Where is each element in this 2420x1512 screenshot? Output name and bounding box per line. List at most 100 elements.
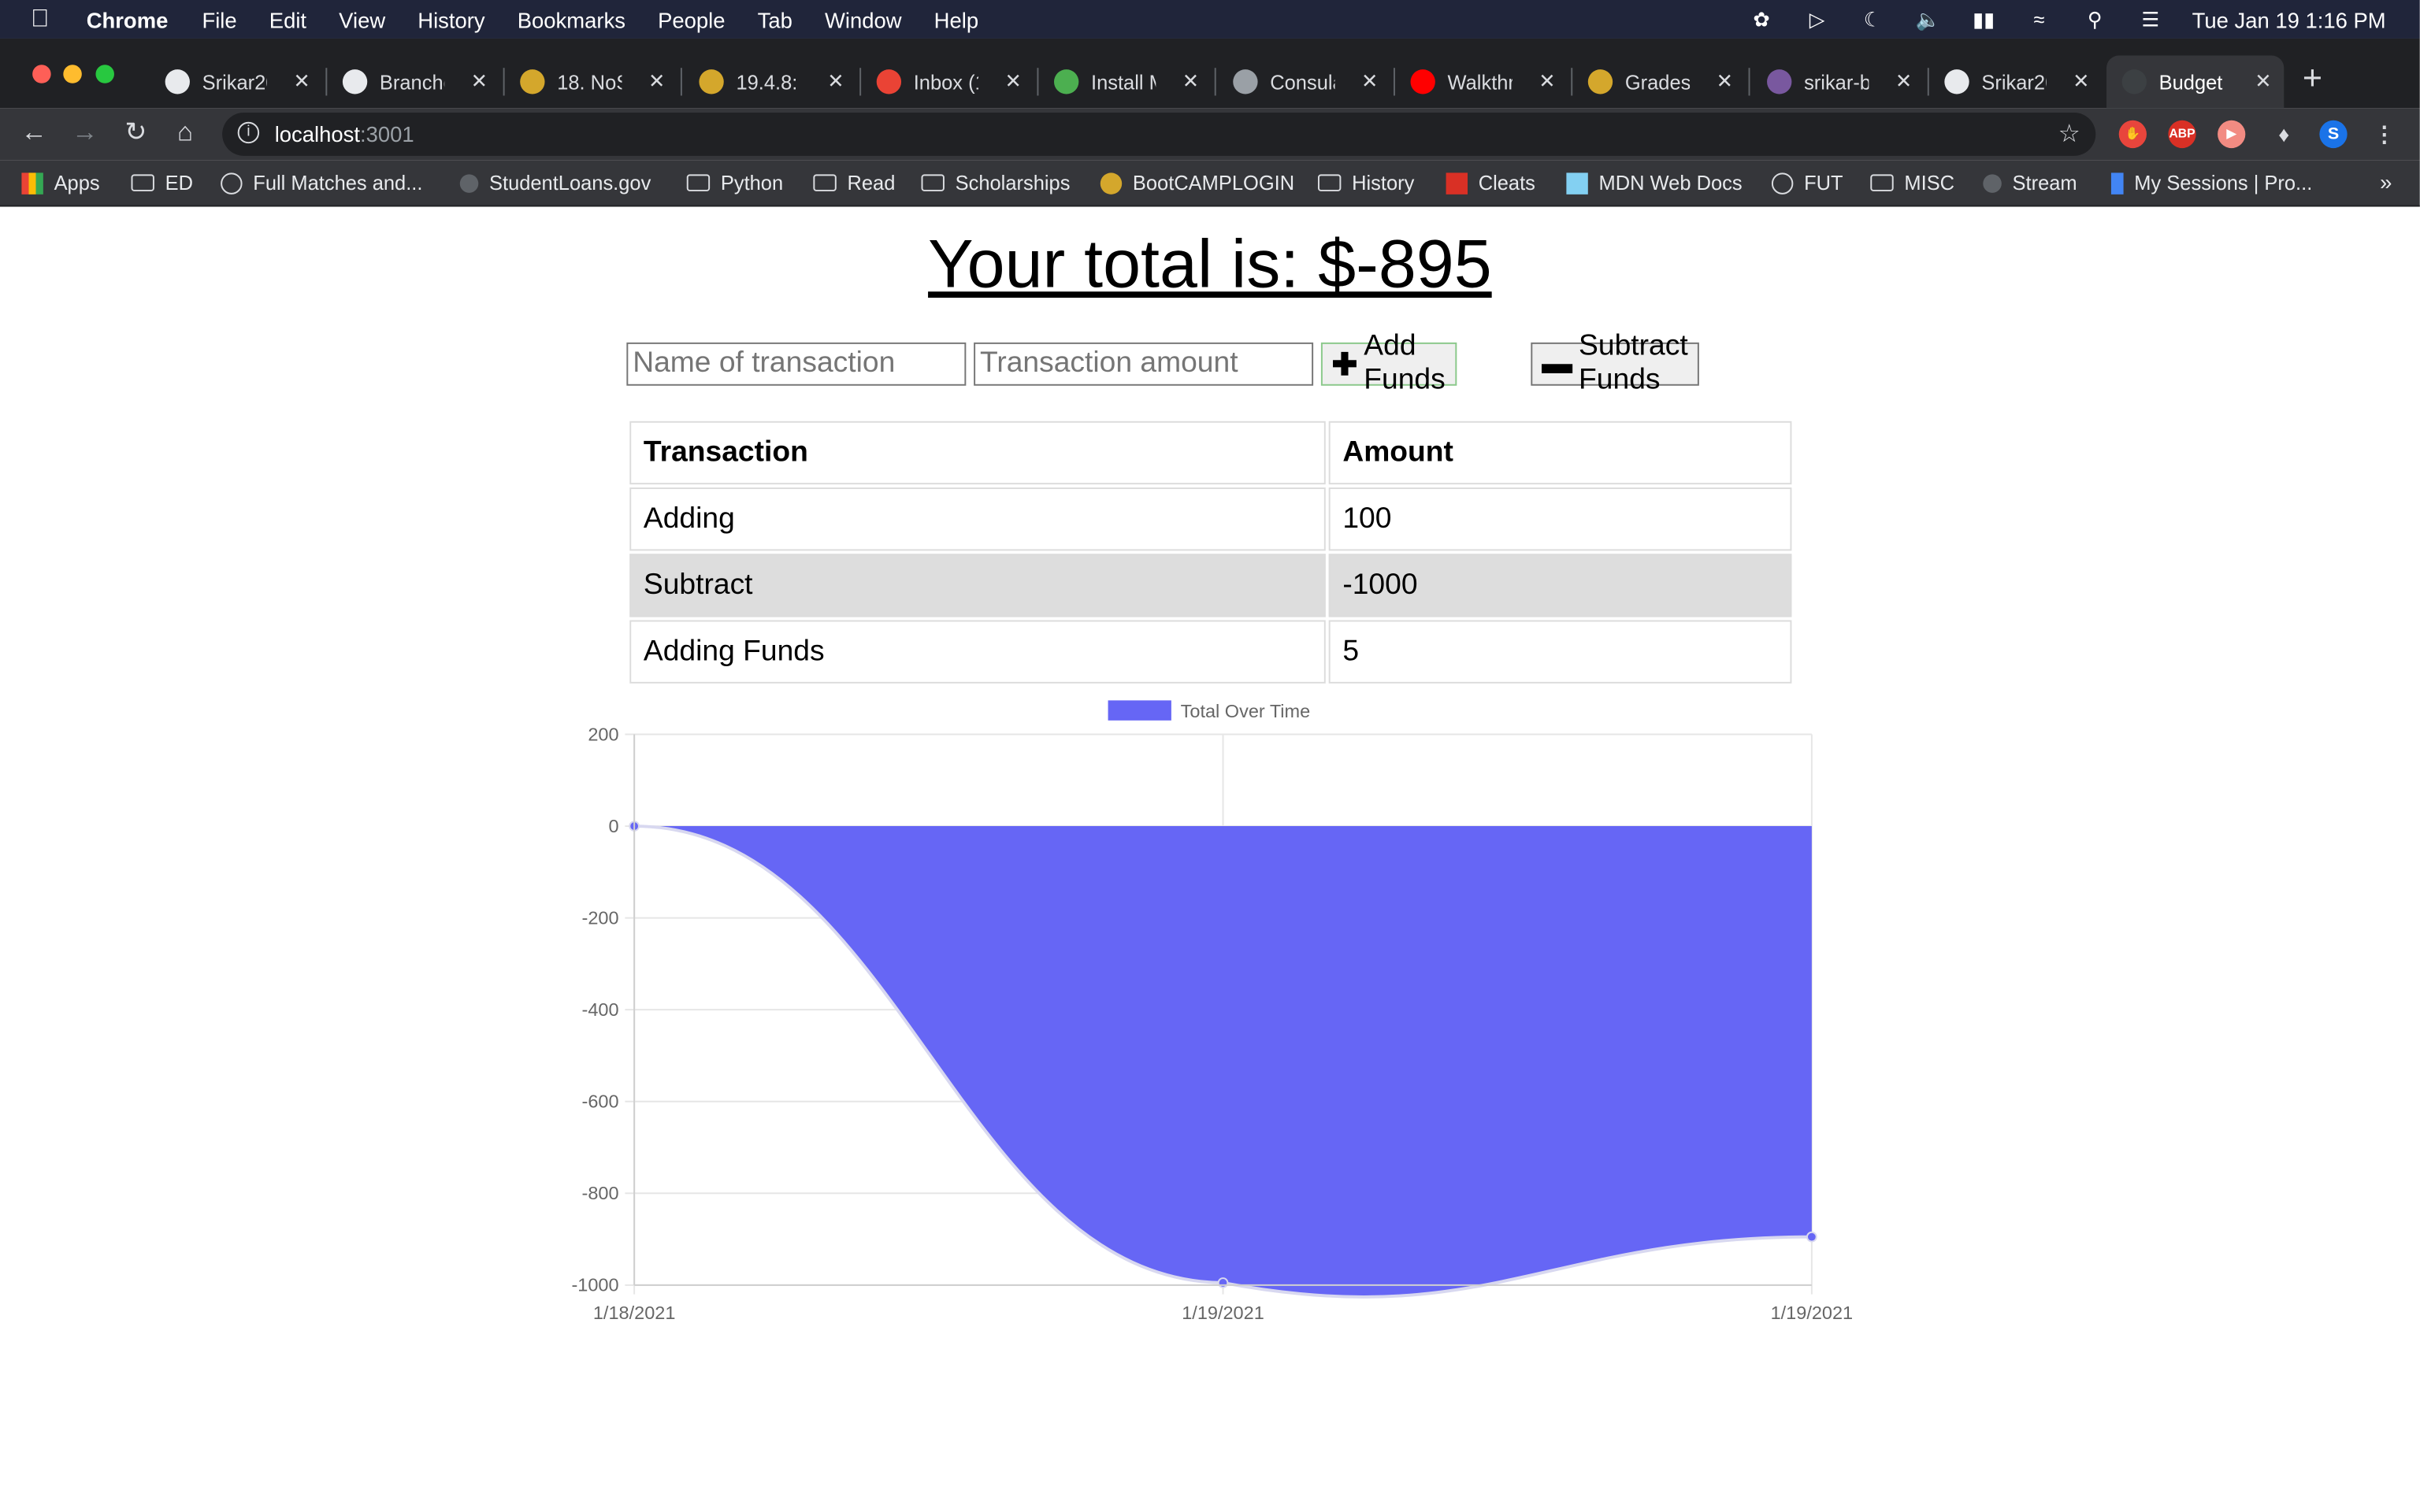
tab-close-icon[interactable]: ✕ bbox=[1004, 69, 1021, 94]
tab-close-icon[interactable]: ✕ bbox=[1717, 69, 1733, 94]
browser-tab[interactable]: Consulat ✕ bbox=[1218, 56, 1390, 109]
tab-close-icon[interactable]: ✕ bbox=[2073, 69, 2089, 94]
bookmark-item[interactable]: StudentLoans.gov bbox=[459, 171, 651, 195]
area-fill bbox=[634, 826, 1812, 1297]
volume-icon[interactable]: 🔈 bbox=[1914, 7, 1942, 32]
studentloans-icon bbox=[459, 173, 479, 192]
bookmark-star-icon[interactable]: ☆ bbox=[2058, 119, 2080, 150]
tab-close-icon[interactable]: ✕ bbox=[648, 69, 665, 94]
bookmark-item[interactable]: ED bbox=[131, 171, 193, 195]
bookmark-item[interactable]: Apps bbox=[21, 171, 100, 195]
address-url[interactable]: localhost:3001 bbox=[275, 122, 414, 146]
bookmark-item[interactable]: Stream bbox=[1983, 171, 2077, 195]
browser-tab-strip: Srikar20✕Branche✕18. NoS(✕19.4.8: F✕Inbo… bbox=[0, 38, 2420, 109]
creative-cloud-icon[interactable]: ✿ bbox=[1747, 7, 1775, 32]
bookmark-item[interactable]: FUT bbox=[1771, 171, 1843, 195]
tab-close-icon[interactable]: ✕ bbox=[827, 69, 844, 94]
browser-tab[interactable]: Walkthro ✕ bbox=[1395, 56, 1568, 109]
bookmark-item[interactable]: MISC bbox=[1870, 171, 1954, 195]
bookmark-label: BootCAMPLOGIN bbox=[1132, 171, 1295, 195]
back-arrow-icon[interactable]: ← bbox=[17, 117, 51, 148]
menu-view[interactable]: View bbox=[339, 7, 385, 32]
bookmark-label: Python bbox=[720, 171, 784, 195]
menu-window[interactable]: Window bbox=[825, 7, 902, 32]
browser-tab[interactable]: 19.4.8: F ✕ bbox=[684, 56, 856, 109]
tab-title: 18. NoS( bbox=[557, 70, 622, 94]
bookmark-item[interactable]: Scholarships bbox=[921, 171, 1070, 195]
bookmarks-overflow-icon[interactable]: » bbox=[2380, 169, 2392, 194]
bookmark-item[interactable]: My Sessions | Pro... bbox=[2110, 171, 2312, 195]
folder-icon bbox=[1870, 174, 1894, 191]
table-header-row: Transaction Amount bbox=[629, 421, 1792, 485]
browser-tab[interactable]: Budget T ✕ bbox=[2106, 55, 2285, 109]
wifi-icon[interactable]: ≈ bbox=[2025, 8, 2053, 31]
menu-people[interactable]: People bbox=[658, 7, 725, 32]
abp-extension-icon[interactable]: ABP bbox=[2168, 120, 2196, 149]
browser-tab[interactable]: Branche ✕ bbox=[327, 56, 499, 109]
add-funds-label: Add Funds bbox=[1364, 330, 1446, 397]
menu-app-chrome[interactable]: Chrome bbox=[87, 7, 169, 32]
menubar-clock[interactable]: Tue Jan 19 1:16 PM bbox=[2192, 7, 2386, 32]
tab-title: Inbox (1: bbox=[913, 70, 978, 94]
menu-file[interactable]: File bbox=[202, 7, 236, 32]
menu-tab[interactable]: Tab bbox=[758, 7, 792, 32]
transaction-amount-input[interactable] bbox=[974, 342, 1314, 386]
menu-bookmarks[interactable]: Bookmarks bbox=[518, 7, 625, 32]
window-close-button[interactable] bbox=[32, 65, 51, 83]
profile-avatar[interactable]: S bbox=[2319, 120, 2348, 149]
tab-close-icon[interactable]: ✕ bbox=[1895, 69, 1912, 94]
menu-history[interactable]: History bbox=[418, 7, 484, 32]
bookmark-item[interactable]: Cleats bbox=[1446, 171, 1535, 195]
new-tab-icon[interactable]: + bbox=[2303, 58, 2322, 98]
bookmark-item[interactable]: Read bbox=[813, 171, 895, 195]
reload-icon[interactable]: ↻ bbox=[119, 117, 153, 148]
browser-tab[interactable]: Srikar20 ✕ bbox=[1929, 56, 2102, 109]
screen-recorder-extension-icon[interactable]: ▶ bbox=[2218, 120, 2246, 149]
bookmark-item[interactable]: Full Matches and... bbox=[221, 171, 422, 195]
adblock-extension-icon[interactable]: ✋ bbox=[2118, 120, 2147, 149]
tab-close-icon[interactable]: ✕ bbox=[471, 69, 488, 94]
browser-tab[interactable]: srikar-bu ✕ bbox=[1751, 56, 1924, 109]
plus-icon: ✚ bbox=[1331, 347, 1358, 382]
tab-close-icon[interactable]: ✕ bbox=[1361, 69, 1378, 94]
y-tick-label: -600 bbox=[582, 1091, 619, 1112]
menu-edit[interactable]: Edit bbox=[269, 7, 306, 32]
extensions-puzzle-icon[interactable]: ♦ bbox=[2270, 120, 2298, 148]
tab-close-icon[interactable]: ✕ bbox=[1182, 69, 1199, 94]
bookmark-item[interactable]: History bbox=[1317, 171, 1414, 195]
subtract-funds-button[interactable]: ▬ Subtract Funds bbox=[1531, 330, 1699, 396]
browser-tab[interactable]: Inbox (1: ✕ bbox=[861, 56, 1034, 109]
browser-tab[interactable]: Grades f ✕ bbox=[1572, 56, 1745, 109]
address-bar[interactable]: i localhost:3001 ☆ bbox=[222, 113, 2096, 156]
tab-title: Budget T bbox=[2158, 70, 2224, 94]
window-maximize-button[interactable] bbox=[95, 65, 114, 83]
address-host: localhost bbox=[274, 121, 360, 147]
apple-icon[interactable]:  bbox=[31, 6, 55, 33]
site-info-icon[interactable]: i bbox=[237, 121, 260, 144]
menu-help[interactable]: Help bbox=[934, 7, 978, 32]
tab-title: Install M bbox=[1091, 70, 1156, 94]
tab-close-icon[interactable]: ✕ bbox=[1538, 69, 1555, 94]
battery-icon[interactable]: ▮▮ bbox=[1970, 7, 1998, 32]
table-row: Subtract -1000 bbox=[629, 554, 1792, 617]
bookmark-item[interactable]: Python bbox=[686, 171, 784, 195]
control-center-icon[interactable]: ☰ bbox=[2136, 7, 2164, 32]
tab-close-icon[interactable]: ✕ bbox=[293, 69, 310, 94]
tab-close-icon[interactable]: ✕ bbox=[2255, 69, 2271, 94]
tab-title: Srikar20 bbox=[202, 70, 267, 94]
add-funds-button[interactable]: ✚ Add Funds bbox=[1320, 330, 1457, 396]
browser-tab[interactable]: Srikar20 ✕ bbox=[150, 56, 322, 109]
forward-arrow-icon[interactable]: → bbox=[68, 117, 102, 148]
window-minimize-button[interactable] bbox=[63, 65, 82, 83]
bookmark-item[interactable]: MDN Web Docs bbox=[1566, 171, 1743, 195]
moon-icon[interactable]: ☾ bbox=[1858, 7, 1886, 32]
spotlight-search-icon[interactable]: ⚲ bbox=[2081, 7, 2109, 32]
column-header-amount: Amount bbox=[1328, 421, 1792, 485]
transaction-name-input[interactable] bbox=[626, 342, 967, 386]
play-icon[interactable]: ▷ bbox=[1803, 7, 1831, 32]
bookmark-item[interactable]: BootCAMPLOGIN bbox=[1100, 171, 1295, 195]
browser-tab[interactable]: Install M ✕ bbox=[1038, 56, 1211, 109]
home-icon[interactable]: ⌂ bbox=[169, 117, 202, 148]
chrome-menu-icon[interactable]: ⋮ bbox=[2370, 120, 2398, 148]
browser-tab[interactable]: 18. NoS( ✕ bbox=[505, 56, 677, 109]
